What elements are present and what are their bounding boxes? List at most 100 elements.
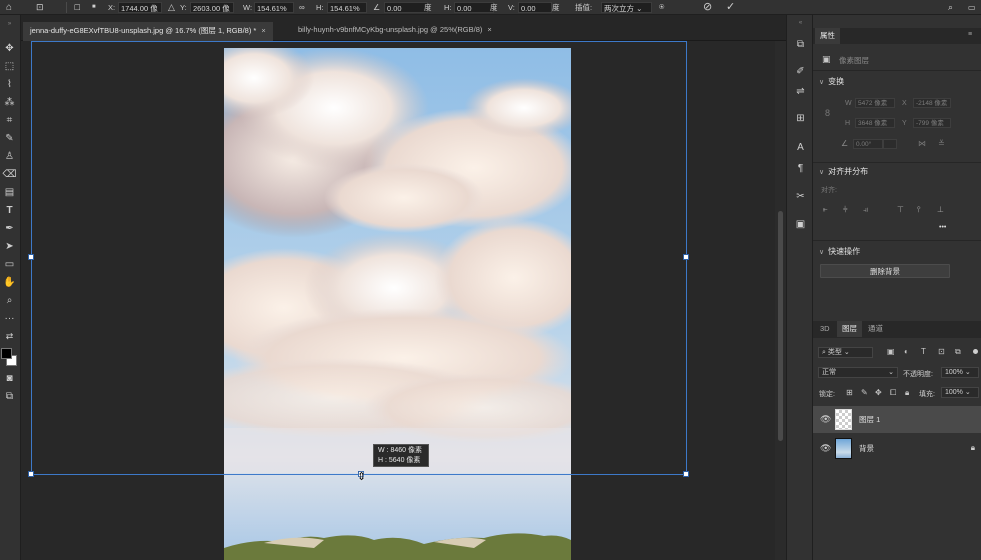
w-field[interactable]: 154.61% (254, 2, 294, 13)
h-field[interactable]: 154.61% (327, 2, 367, 13)
tab-channels[interactable]: 通道 (863, 321, 888, 337)
filter-smart-object-icon[interactable]: ⧉ (955, 347, 961, 357)
transform-handle-right[interactable] (683, 254, 689, 260)
skew-v-field[interactable]: 0.00 (518, 2, 552, 13)
layer-filter-kind-select[interactable]: ⌕ 类型 ⌄ (818, 347, 873, 358)
libraries-icon[interactable]: ⊞ (792, 111, 809, 126)
filter-pixel-icon[interactable]: ▣ (887, 347, 895, 356)
workspace-icon[interactable]: ▭ (968, 2, 976, 13)
tool-presets-icon[interactable]: ✂ (792, 189, 809, 204)
interpolation-select[interactable]: 两次立方 ⌄ (601, 2, 652, 13)
transform-w-field[interactable]: 5472 像素 (855, 98, 895, 108)
lock-transparent-icon[interactable]: ⊞ (846, 388, 853, 397)
tab-jenna-duffy[interactable]: jenna-duffy-eG8EXvfTBU8-unsplash.jpg @ 1… (23, 22, 273, 42)
document-image[interactable] (224, 48, 571, 560)
align-section-header[interactable]: ∨ 对齐并分布 (819, 166, 868, 177)
adjustments-icon[interactable]: ⇌ (792, 84, 809, 99)
canvas-area[interactable]: ⇕ W : 8460 像素 H : 5640 像素 (21, 41, 775, 560)
visibility-eye-icon[interactable]: 👁︎ (820, 443, 831, 454)
skew-h-field[interactable]: 0.00 (454, 2, 494, 13)
layer-row-background[interactable]: 👁︎ 背景 🔒︎ (813, 435, 981, 462)
filter-toggle-icon[interactable] (973, 349, 978, 354)
navigator-icon[interactable]: ▣ (792, 217, 809, 232)
eraser-tool-icon[interactable]: ⌫ (1, 167, 18, 182)
y-field[interactable]: 2603.00 像 (190, 2, 234, 13)
align-left-icon[interactable]: ⫦ (823, 205, 828, 215)
flip-vertical-icon[interactable]: ≚ (938, 139, 945, 148)
lock-image-icon[interactable]: ✎ (861, 388, 868, 397)
character-panel-icon[interactable]: A (792, 140, 809, 155)
blend-mode-select[interactable]: 正常 ⌄ (818, 367, 898, 378)
magic-wand-tool-icon[interactable]: ⁂ (1, 95, 18, 110)
warp-mode-icon[interactable]: ⍟ (659, 2, 664, 13)
layer-name[interactable]: 图层 1 (859, 414, 880, 425)
remove-background-button[interactable]: 删除背景 (820, 264, 950, 278)
tab-properties[interactable]: 属性 (815, 28, 840, 44)
lasso-tool-icon[interactable]: ⌇ (1, 77, 18, 92)
close-tab-icon[interactable]: × (487, 25, 491, 34)
lock-position-icon[interactable]: ✥ (875, 388, 882, 397)
swap-colors-icon[interactable]: ⇄ (1, 329, 18, 344)
layer-row-layer1[interactable]: 👁︎ 图层 1 (813, 406, 981, 433)
align-middle-v-icon[interactable]: ⫯ (917, 205, 920, 215)
stamp-tool-icon[interactable]: ♙ (1, 149, 18, 164)
transform-section-header[interactable]: ∨ 变换 (819, 76, 844, 87)
transform-handle-left[interactable] (28, 254, 34, 260)
x-field[interactable]: 1744.00 像 (118, 2, 162, 13)
transform-handle-bottom-right[interactable] (683, 471, 689, 477)
tab-billy-huynh[interactable]: billy-huynh-v9bnfMCyKbg-unsplash.jpg @ 2… (291, 21, 499, 41)
collapse-toolbar-icon[interactable]: » (1, 17, 18, 32)
paragraph-panel-icon[interactable]: ¶ (792, 161, 809, 176)
gradient-tool-icon[interactable]: ▤ (1, 185, 18, 200)
quick-actions-header[interactable]: ∨ 快速操作 (819, 246, 860, 257)
pen-tool-icon[interactable]: ✒ (1, 221, 18, 236)
more-tools-icon[interactable]: ··· (1, 311, 18, 326)
more-align-options-icon[interactable]: ••• (939, 224, 946, 231)
cancel-transform-icon[interactable]: ⊘ (703, 2, 712, 13)
delta-icon[interactable]: △ (168, 2, 175, 13)
foreground-color-swatch[interactable] (1, 348, 12, 359)
opacity-field[interactable]: 100% ⌄ (941, 367, 979, 378)
angle-field[interactable]: 0.00 (384, 2, 428, 13)
collapse-dock-icon[interactable]: « (792, 16, 809, 31)
canvas-vertical-scrollbar[interactable] (775, 41, 786, 560)
transform-angle-field[interactable]: 0.00° (853, 139, 883, 149)
link-proportions-icon[interactable]: ∞ (299, 2, 305, 13)
transform-handle-bottom-left[interactable] (28, 471, 34, 477)
brush-tool-icon[interactable]: ✎ (1, 131, 18, 146)
quick-mask-icon[interactable]: ◙ (1, 371, 18, 386)
link-dimensions-icon[interactable]: 8 (825, 108, 830, 118)
move-tool-icon[interactable]: ✥ (1, 41, 18, 56)
filter-shape-icon[interactable]: ⊡ (938, 347, 945, 356)
marquee-tool-icon[interactable]: ⬚ (1, 59, 18, 74)
tab-3d[interactable]: 3D (815, 321, 835, 337)
filter-adjustment-icon[interactable]: ◐ (904, 347, 909, 356)
tab-layers[interactable]: 图层 (837, 321, 862, 337)
crop-tool-icon[interactable]: ⌗ (1, 113, 18, 128)
transform-h-field[interactable]: 3648 像素 (855, 118, 895, 128)
align-bottom-icon[interactable]: ⊥ (937, 205, 944, 214)
lock-artboard-icon[interactable]: ⧠ (890, 388, 896, 398)
zoom-tool-icon[interactable]: ⌕ (1, 293, 18, 308)
panel-menu-icon[interactable]: ≡ (968, 31, 972, 38)
close-tab-icon[interactable]: × (261, 26, 265, 35)
hand-tool-icon[interactable]: ✋ (1, 275, 18, 290)
align-top-icon[interactable]: ⊤ (897, 205, 904, 214)
transform-preset-icon[interactable]: ⊡ (36, 2, 44, 13)
scrollbar-thumb[interactable] (778, 211, 783, 441)
align-center-h-icon[interactable]: ⫩ (843, 205, 848, 215)
transform-x-field[interactable]: -2148 像素 (913, 98, 951, 108)
reference-point-toggle[interactable]: ☐ (74, 2, 81, 13)
path-select-tool-icon[interactable]: ➤ (1, 239, 18, 254)
layer-lock-icon[interactable]: 🔒︎ (971, 443, 975, 453)
search-icon[interactable]: ⌕ (948, 2, 953, 13)
visibility-eye-icon[interactable]: 👁︎ (820, 414, 831, 425)
type-tool-icon[interactable]: T (1, 203, 18, 218)
transform-angle-dropdown[interactable] (883, 139, 897, 149)
fill-field[interactable]: 100% ⌄ (941, 387, 979, 398)
lock-all-icon[interactable]: 🔒︎ (905, 388, 909, 398)
screen-mode-icon[interactable]: ⧉ (1, 389, 18, 404)
brush-settings-icon[interactable]: ✐ (792, 64, 809, 79)
layer-name[interactable]: 背景 (859, 443, 874, 454)
home-icon[interactable]: ⌂ (6, 2, 12, 13)
